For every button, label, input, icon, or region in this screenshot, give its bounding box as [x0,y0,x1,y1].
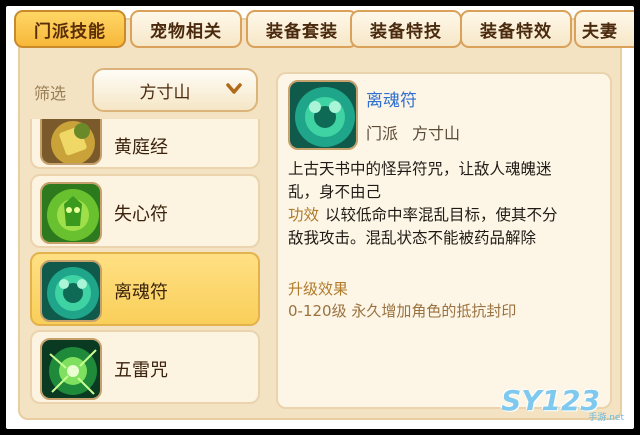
tab-label: 门派技能 [34,21,106,42]
effect-label: 功效 [288,206,320,224]
tab-bar: 门派技能 宠物相关 装备套装 装备特技 装备特效 夫妻 [14,10,634,50]
tab-label: 装备特效 [480,21,552,42]
skill-name: 黄庭经 [114,137,168,158]
tome-icon [40,119,102,165]
tab-label: 夫妻 [582,21,618,42]
tab-school-skills[interactable]: 门派技能 [14,10,126,48]
watermark-sub: 手游.net [588,413,624,423]
jade-talisman-icon [40,260,102,322]
desc-line: 上古天书中的怪异符咒，让敌人魂魄迷 [288,160,552,178]
school-filter-select[interactable]: 方寸山 [92,68,258,112]
tab-equip-effect[interactable]: 装备特效 [460,10,572,48]
filter-label: 筛选 [34,84,67,103]
school-label: 门派 [366,124,399,143]
upgrade-text: 0-120级 永久增加角色的抵抗封印 [288,302,517,320]
tab-label: 装备特技 [370,21,442,42]
desc-line: 乱，身不由己 [288,183,382,201]
tab-equip-set[interactable]: 装备套装 [246,10,358,48]
skill-name: 五雷咒 [114,360,168,381]
green-spirit-icon [40,182,102,244]
skill-list[interactable]: 黄庭经 失心符 离魂符 五雷咒 [30,119,260,409]
jade-talisman-icon [288,80,358,150]
skill-title: 离魂符 [366,91,417,111]
effect-text: 以较低命中率混乱目标，使其不分 [325,206,558,224]
tab-equip-skill[interactable]: 装备特技 [350,10,462,48]
tab-label: 装备套装 [266,21,338,42]
skill-description: 上古天书中的怪异符咒，让敌人魂魄迷 乱，身不由己 功效 以较低命中率混乱目标，使其… [288,158,610,250]
school-value: 方寸山 [412,124,461,143]
upgrade-title: 升级效果 [288,280,349,298]
screenshot-frame: 门派技能 宠物相关 装备套装 装备特技 装备特效 夫妻 筛选 方寸山 黄庭经 失… [6,6,634,429]
skill-name: 失心符 [114,204,168,225]
tab-spouse[interactable]: 夫妻 [574,10,634,48]
list-item[interactable]: 黄庭经 [30,119,260,169]
list-item[interactable]: 失心符 [30,174,260,248]
effect-line: 敌我攻击。混乱状态不能被药品解除 [288,229,537,247]
filter-value: 方寸山 [139,82,191,103]
skill-school: 门派 方寸山 [366,120,460,144]
tab-label: 宠物相关 [150,21,222,42]
skill-detail-panel: 离魂符 门派 方寸山 上古天书中的怪异符咒，让敌人魂魄迷 乱，身不由己 功效 以较低… [276,72,612,409]
effect-line: 功效 以较低命中率混乱目标，使其不分 [288,204,610,227]
list-item[interactable]: 离魂符 [30,252,260,326]
thunder-orb-icon [40,338,102,400]
skill-name: 离魂符 [114,282,168,303]
list-item[interactable]: 五雷咒 [30,330,260,404]
watermark-logo: SY123 [501,384,600,417]
chevron-down-icon [226,83,242,94]
tab-pet[interactable]: 宠物相关 [130,10,242,48]
